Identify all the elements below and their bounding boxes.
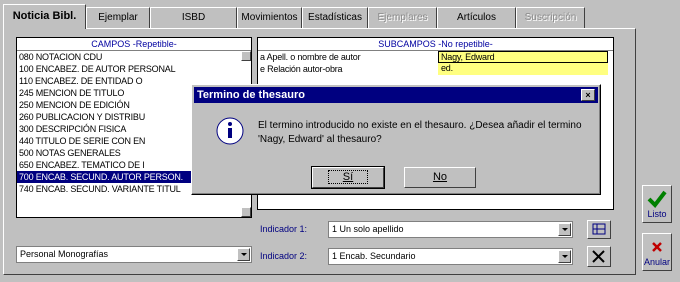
anular-button[interactable]: Anular bbox=[642, 233, 672, 271]
thesaurus-dialog: Termino de thesauro × El termino introdu… bbox=[191, 84, 601, 195]
thesaurus-button[interactable] bbox=[587, 220, 611, 239]
yes-label: Sí bbox=[327, 170, 369, 184]
dialog-title: Termino de thesauro bbox=[197, 89, 305, 101]
tab-noticia-bibl[interactable]: Noticia Bibl. bbox=[3, 4, 86, 29]
subcampo-label: a Apell. o nombre de autor bbox=[260, 52, 361, 62]
indicador-1-label: Indicador 1: bbox=[260, 224, 308, 234]
chevron-down-icon[interactable] bbox=[237, 248, 250, 261]
tab-ejemplar[interactable]: Ejemplar bbox=[86, 7, 150, 28]
list-item[interactable]: 080 NOTACION CDU bbox=[17, 51, 251, 63]
tab-articulos[interactable]: Artículos bbox=[437, 7, 516, 28]
campos-header: CAMPOS -Repetible- bbox=[17, 38, 251, 51]
list-item[interactable]: 100 ENCABEZ. DE AUTOR PERSONAL bbox=[17, 63, 251, 75]
chevron-down-icon[interactable] bbox=[558, 223, 571, 236]
close-icon bbox=[592, 250, 605, 263]
indicador-2-value: 1 Encab. Secundario bbox=[332, 251, 416, 261]
subcampo-value[interactable]: ed. bbox=[438, 63, 608, 75]
tab-estadisticas[interactable]: Estadísticas bbox=[302, 7, 368, 28]
indicador-2-combo[interactable]: 1 Encab. Secundario bbox=[328, 248, 573, 265]
close-icon[interactable]: × bbox=[581, 89, 595, 101]
subcampos-header: SUBCAMPOS -No repetible- bbox=[258, 38, 613, 51]
indicador-1-value: 1 Un solo apellido bbox=[332, 224, 404, 234]
template-combo-value: Personal Monografías bbox=[20, 249, 109, 259]
listo-button[interactable]: Listo bbox=[642, 185, 672, 223]
info-icon bbox=[216, 117, 244, 145]
chevron-down-icon[interactable] bbox=[558, 250, 571, 263]
no-button[interactable]: No bbox=[404, 167, 476, 188]
dialog-title-bar[interactable]: Termino de thesauro × bbox=[194, 87, 598, 103]
tab-ejemplares: Ejemplares bbox=[368, 7, 437, 28]
campos-scroll-up[interactable] bbox=[241, 51, 251, 61]
template-combo[interactable]: Personal Monografías bbox=[16, 246, 252, 263]
cancel-icon bbox=[652, 242, 662, 252]
tab-isbd[interactable]: ISBD bbox=[150, 7, 237, 28]
anular-label: Anular bbox=[643, 257, 670, 267]
delete-subfield-button[interactable] bbox=[587, 246, 611, 267]
subcampo-value[interactable]: Nagy, Edward bbox=[438, 51, 608, 63]
tab-movimientos[interactable]: Movimientos bbox=[237, 7, 302, 28]
grid-icon bbox=[592, 223, 606, 235]
subcampo-row[interactable]: a Apell. o nombre de autor Nagy, Edward bbox=[258, 51, 613, 63]
tab-suscripcion: Suscripción bbox=[516, 7, 585, 28]
campos-scroll-down[interactable] bbox=[241, 207, 251, 217]
yes-button[interactable]: Sí bbox=[311, 166, 385, 189]
no-label: No bbox=[432, 171, 448, 183]
dialog-message: El termino introducido no existe en el t… bbox=[258, 120, 582, 145]
listo-label: Listo bbox=[647, 209, 667, 219]
subcampo-label: e Relación autor-obra bbox=[260, 64, 343, 74]
indicador-2-label: Indicador 2: bbox=[260, 251, 308, 261]
subcampo-row[interactable]: e Relación autor-obra ed. bbox=[258, 63, 613, 75]
checkmark-icon bbox=[647, 190, 667, 209]
indicador-1-combo[interactable]: 1 Un solo apellido bbox=[328, 221, 573, 238]
